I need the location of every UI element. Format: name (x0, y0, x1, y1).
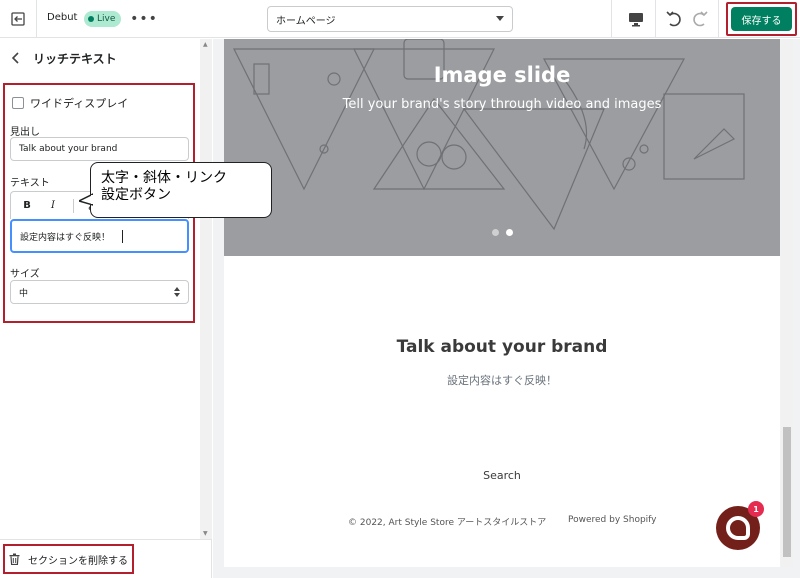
select-arrows-icon (174, 287, 180, 297)
sidebar-scrollbar[interactable]: ▲ ▼ (200, 39, 212, 539)
section-title: リッチテキスト (33, 52, 117, 66)
wide-display-checkbox[interactable] (12, 97, 24, 109)
hero-subtitle: Tell your brand's story through video an… (342, 97, 662, 112)
divider (0, 539, 212, 540)
preview-scrollbar[interactable] (781, 39, 793, 567)
callout-tail (79, 193, 93, 206)
redo-icon[interactable] (690, 9, 710, 29)
live-dot-icon (88, 16, 94, 22)
more-actions-button[interactable]: ••• (130, 9, 157, 29)
callout-line-2: 設定ボタン (101, 187, 171, 203)
delete-section-label: セクションを削除する (28, 555, 128, 567)
text-label: テキスト (10, 178, 50, 189)
heading-label: 見出し (10, 127, 40, 138)
italic-button[interactable]: I (47, 200, 59, 211)
theme-name: Debut (47, 12, 78, 23)
back-arrow-icon[interactable] (8, 50, 24, 66)
page-select-value: ホームページ (276, 15, 336, 27)
size-label: サイズ (10, 269, 40, 280)
bold-button[interactable]: B (21, 200, 33, 211)
callout-line-1: 太字・斜体・リンク (101, 170, 227, 186)
rich-text-editor[interactable]: 設定内容はすぐ反映！ (10, 219, 189, 253)
heading-input-value: Talk about your brand (19, 144, 118, 154)
wide-display-option[interactable]: ワイドディスプレイ (12, 95, 128, 111)
scroll-down-icon[interactable]: ▼ (203, 530, 208, 537)
rich-text-value: 設定内容はすぐ反映！ (20, 232, 111, 243)
undo-icon[interactable] (664, 9, 684, 29)
trash-icon (9, 553, 20, 565)
size-select-value: 中 (19, 288, 29, 299)
size-select[interactable]: 中 (10, 280, 189, 304)
preview-scroll-thumb[interactable] (783, 427, 791, 557)
live-badge: Live (84, 11, 122, 27)
image-slideshow: Image slide Tell your brand's story thro… (224, 39, 780, 256)
rich-text-heading: Talk about your brand (396, 337, 608, 357)
delete-section-button[interactable]: セクションを削除する (3, 544, 134, 574)
chat-icon (726, 516, 750, 540)
toolbar-separator (73, 198, 74, 213)
slide-dot-1[interactable] (492, 229, 499, 236)
divider (611, 0, 612, 38)
footer-search-link[interactable]: Search (224, 469, 780, 482)
sidebar: リッチテキスト ワイドディスプレイ 見出し Talk about your br… (0, 39, 212, 578)
annotation-callout: 太字・斜体・リンク 設定ボタン (90, 162, 272, 218)
wide-display-label: ワイドディスプレイ (30, 97, 129, 110)
sidebar-header: リッチテキスト (0, 39, 200, 77)
exit-icon (11, 12, 25, 26)
store-preview: Image slide Tell your brand's story thro… (224, 39, 780, 567)
footer-powered-by[interactable]: Powered by Shopify (568, 515, 657, 525)
hero-title: Image slide (433, 63, 571, 87)
slide-dot-2[interactable] (506, 229, 513, 236)
chat-badge: 1 (748, 501, 764, 517)
divider (718, 0, 719, 38)
scroll-up-icon[interactable]: ▲ (203, 41, 208, 48)
rich-text-body: 設定内容はすぐ反映！ (447, 374, 557, 387)
save-button[interactable]: 保存する (731, 7, 792, 31)
exit-button[interactable] (0, 0, 37, 38)
footer-copyright: © 2022, Art Style Store アートスタイルストア (348, 518, 547, 528)
heading-input[interactable]: Talk about your brand (10, 137, 189, 161)
page-select[interactable]: ホームページ (267, 6, 513, 32)
desktop-preview-icon[interactable] (626, 9, 646, 29)
live-badge-label: Live (97, 14, 116, 24)
divider (655, 0, 656, 38)
caret-down-icon (496, 16, 504, 21)
save-highlight-box: 保存する (726, 2, 797, 36)
top-bar: Debut Live ••• ホームページ 保存する (0, 0, 800, 38)
text-cursor (122, 229, 124, 243)
